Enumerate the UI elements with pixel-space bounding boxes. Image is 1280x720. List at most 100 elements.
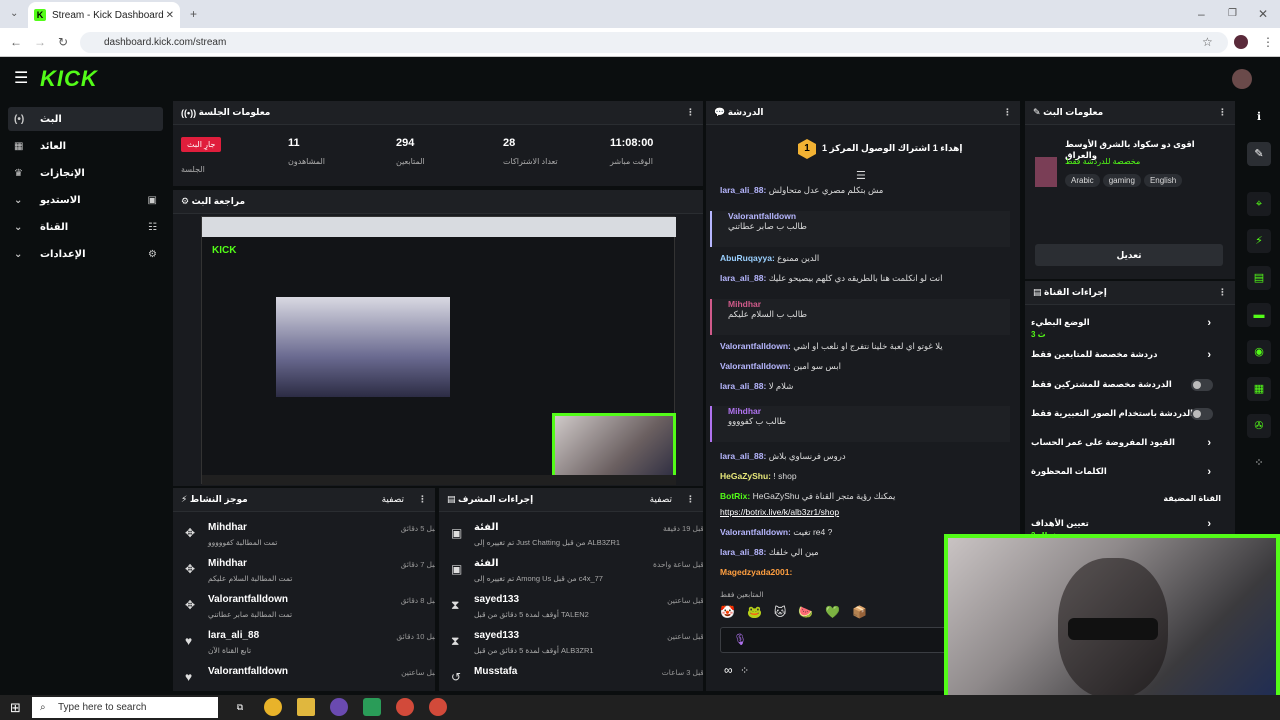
chrome-icon[interactable] <box>264 698 282 716</box>
emote-icon[interactable]: 🐸 <box>747 605 762 623</box>
kick-logo[interactable]: KICK <box>40 66 98 92</box>
activity-name[interactable]: Mihdhar <box>208 522 247 533</box>
user-avatar[interactable] <box>1232 69 1252 89</box>
broadcast-icon[interactable]: ◉ <box>1247 340 1271 364</box>
sidebar-item-revenue[interactable]: ▦ العائد <box>8 134 163 158</box>
chat-username[interactable]: Magedzyada2001: <box>720 567 792 577</box>
forward-icon[interactable]: → <box>34 28 46 56</box>
reload-icon[interactable]: ↻ <box>58 28 68 56</box>
emote-row[interactable]: 🤡 🐸 🐱 🍉 💚 📦 <box>720 605 950 623</box>
more-tools-icon[interactable]: ⁘ <box>1247 451 1271 475</box>
chevron-right-icon[interactable]: › <box>1207 466 1211 478</box>
mod-action-name[interactable]: sayed133 <box>474 594 519 605</box>
chevron-right-icon[interactable]: › <box>1207 437 1211 449</box>
channel-setting-row[interactable]: الوضع البطيء 3 ث › <box>1031 317 1221 339</box>
tab-list-icon[interactable]: ⌄ <box>10 0 18 28</box>
mic-icon[interactable]: 🎙 <box>733 633 747 646</box>
mod-action-name[interactable]: sayed133 <box>474 630 519 641</box>
emote-icon[interactable]: 📦 <box>852 605 867 623</box>
filter-button[interactable]: تصفية <box>382 494 404 505</box>
app-icon[interactable] <box>330 698 348 716</box>
chat-bubble-icon[interactable]: ▬ <box>1247 303 1271 327</box>
chat-username[interactable]: Valorantfalldown: <box>720 361 791 371</box>
toggle-switch[interactable] <box>1191 408 1213 420</box>
profile-avatar[interactable] <box>1234 35 1248 49</box>
task-view-icon[interactable]: ⧉ <box>231 698 249 716</box>
wrench-icon[interactable]: ✇ <box>1247 414 1271 438</box>
channel-setting-row[interactable]: الدردشة مخصصة للمشتركين فقط <box>1031 379 1221 391</box>
chat-username[interactable]: lara_ali_88: <box>720 547 766 557</box>
mod-action-row[interactable]: ⧗ sayed133 أوقف لمدة 5 دقائق من قبل ALB3ZR… <box>449 628 703 662</box>
activity-row[interactable]: ✥ Mihdhar تمت المطالبة كفووووو قبل 5 دقائق <box>183 520 435 554</box>
chat-username[interactable]: lara_ali_88: <box>720 185 766 195</box>
collapse-pinned-icon[interactable]: ☰ <box>856 169 866 182</box>
channel-setting-row[interactable]: تعيين الأهداففعال 2› <box>1031 518 1221 534</box>
taskbar-search[interactable]: ⌕ Type here to search <box>32 697 218 718</box>
mod-action-row[interactable]: ▣ الفئة تم تغييره إلى Among Us من قبل c4x_… <box>449 556 703 590</box>
activity-row[interactable]: ♥ Valorantfalldown قبل ساعتين <box>183 664 435 691</box>
toggle-switch[interactable] <box>1191 379 1213 391</box>
activity-name[interactable]: lara_ali_88 <box>208 630 259 641</box>
more-options-icon[interactable]: ⋮ <box>1218 107 1227 118</box>
chat-username[interactable]: lara_ali_88: <box>720 273 766 283</box>
info-icon[interactable]: ℹ <box>1247 105 1271 129</box>
notes-icon[interactable]: ▤ <box>1247 266 1271 290</box>
layout-icon[interactable]: ▦ <box>1247 377 1271 401</box>
sidebar-item-studio[interactable]: ⌄ الاستديو ▣ <box>8 188 163 212</box>
chat-link[interactable]: https://botrix.live/k/alb3zr1/shop <box>720 507 1010 517</box>
settings-dots-icon[interactable]: ⁘ <box>740 664 749 677</box>
mod-action-row[interactable]: ▣ الفئة تم تغييره إلى Just Chatting من قبل… <box>449 520 703 554</box>
channel-setting-row[interactable]: الدردشة باستخدام الصور التعبيرية فقط <box>1031 408 1221 420</box>
mod-action-row[interactable]: ⧗ sayed133 أوقف لمدة 5 دقائق من قبل TALEN2… <box>449 592 703 626</box>
app-icon[interactable] <box>363 698 381 716</box>
channel-setting-row[interactable]: الكلمات المحظورة › <box>1031 466 1221 478</box>
chat-username[interactable]: Valorantfalldown <box>728 211 796 221</box>
mod-action-name[interactable]: الفئة <box>474 558 499 569</box>
sidebar-item-channel[interactable]: ⌄ القناة ☷ <box>8 215 163 239</box>
activity-row[interactable]: ✥ Mihdhar تمت المطالبة السلام عليكم قبل 7 د… <box>183 556 435 590</box>
close-tab-icon[interactable]: ✕ <box>166 10 174 21</box>
sidebar-item-settings[interactable]: ⌄ الإعدادات ⚙ <box>8 242 163 266</box>
emote-icon[interactable]: 🐱 <box>774 605 787 623</box>
preview-toggle-icon[interactable]: ⌖ <box>1247 192 1271 216</box>
activity-name[interactable]: Mihdhar <box>208 558 247 569</box>
bookmark-star-icon[interactable]: ☆ <box>1202 28 1213 56</box>
sidebar-item-stream[interactable]: (•) البث <box>8 107 163 131</box>
chevron-right-icon[interactable]: › <box>1207 518 1211 530</box>
mod-action-row[interactable]: ↺ Musstafa قبل 3 ساعات <box>449 664 703 691</box>
channel-setting-row[interactable]: القيود المفروضة على عمر الحساب › <box>1031 437 1221 449</box>
chat-text[interactable]: https://botrix.live/k/alb3zr1/shop <box>720 507 839 517</box>
file-explorer-icon[interactable] <box>297 698 315 716</box>
channel-setting-row[interactable]: دردشة مخصصة للمتابعين فقط › <box>1031 349 1221 361</box>
edit-icon[interactable]: ✎ <box>1247 142 1271 166</box>
chat-username[interactable]: Mihdhar <box>728 299 761 309</box>
activity-row[interactable]: ♥ lara_ali_88 تابع القناة الآن قبل 10 دقائق <box>183 628 435 662</box>
mod-action-name[interactable]: الفئة <box>474 522 499 533</box>
stream-preview-video[interactable]: KICK <box>201 216 676 485</box>
lightning-icon[interactable]: ⚡ <box>1247 229 1271 253</box>
emote-icon[interactable]: 🍉 <box>798 605 813 623</box>
chevron-right-icon[interactable]: › <box>1207 349 1211 361</box>
url-field[interactable]: dashboard.kick.com/stream <box>80 32 1228 53</box>
mod-action-name[interactable]: Musstafa <box>474 666 517 677</box>
chat-username[interactable]: Valorantfalldown: <box>720 341 791 351</box>
minimize-icon[interactable]: – <box>1198 0 1205 28</box>
browser-tab[interactable]: K Stream - Kick Dashboard ✕ <box>28 2 180 28</box>
emote-icon[interactable]: 🤡 <box>720 605 735 623</box>
chat-username[interactable]: BotRix: <box>720 491 750 501</box>
more-options-icon[interactable]: ⋮ <box>1003 107 1012 118</box>
chat-username[interactable]: Valorantfalldown: <box>720 527 791 537</box>
activity-row[interactable]: ✥ Valorantfalldown تمت المطالبة صابر عطاتن… <box>183 592 435 626</box>
filter-button[interactable]: تصفية <box>650 494 672 505</box>
edit-button[interactable]: تعديل <box>1035 244 1223 266</box>
restore-icon[interactable]: ❐ <box>1228 0 1237 28</box>
chrome-icon[interactable] <box>396 698 414 716</box>
back-icon[interactable]: ← <box>10 28 22 56</box>
chrome-icon[interactable] <box>429 698 447 716</box>
hamburger-menu-icon[interactable]: ☰ <box>14 68 28 88</box>
new-tab-icon[interactable]: + <box>190 0 197 28</box>
more-options-icon[interactable]: ⋮ <box>418 494 427 505</box>
activity-name[interactable]: Valorantfalldown <box>208 666 288 677</box>
sidebar-item-achievements[interactable]: ♛ الإنجازات <box>8 161 163 185</box>
more-options-icon[interactable]: ⋮ <box>1218 287 1227 298</box>
